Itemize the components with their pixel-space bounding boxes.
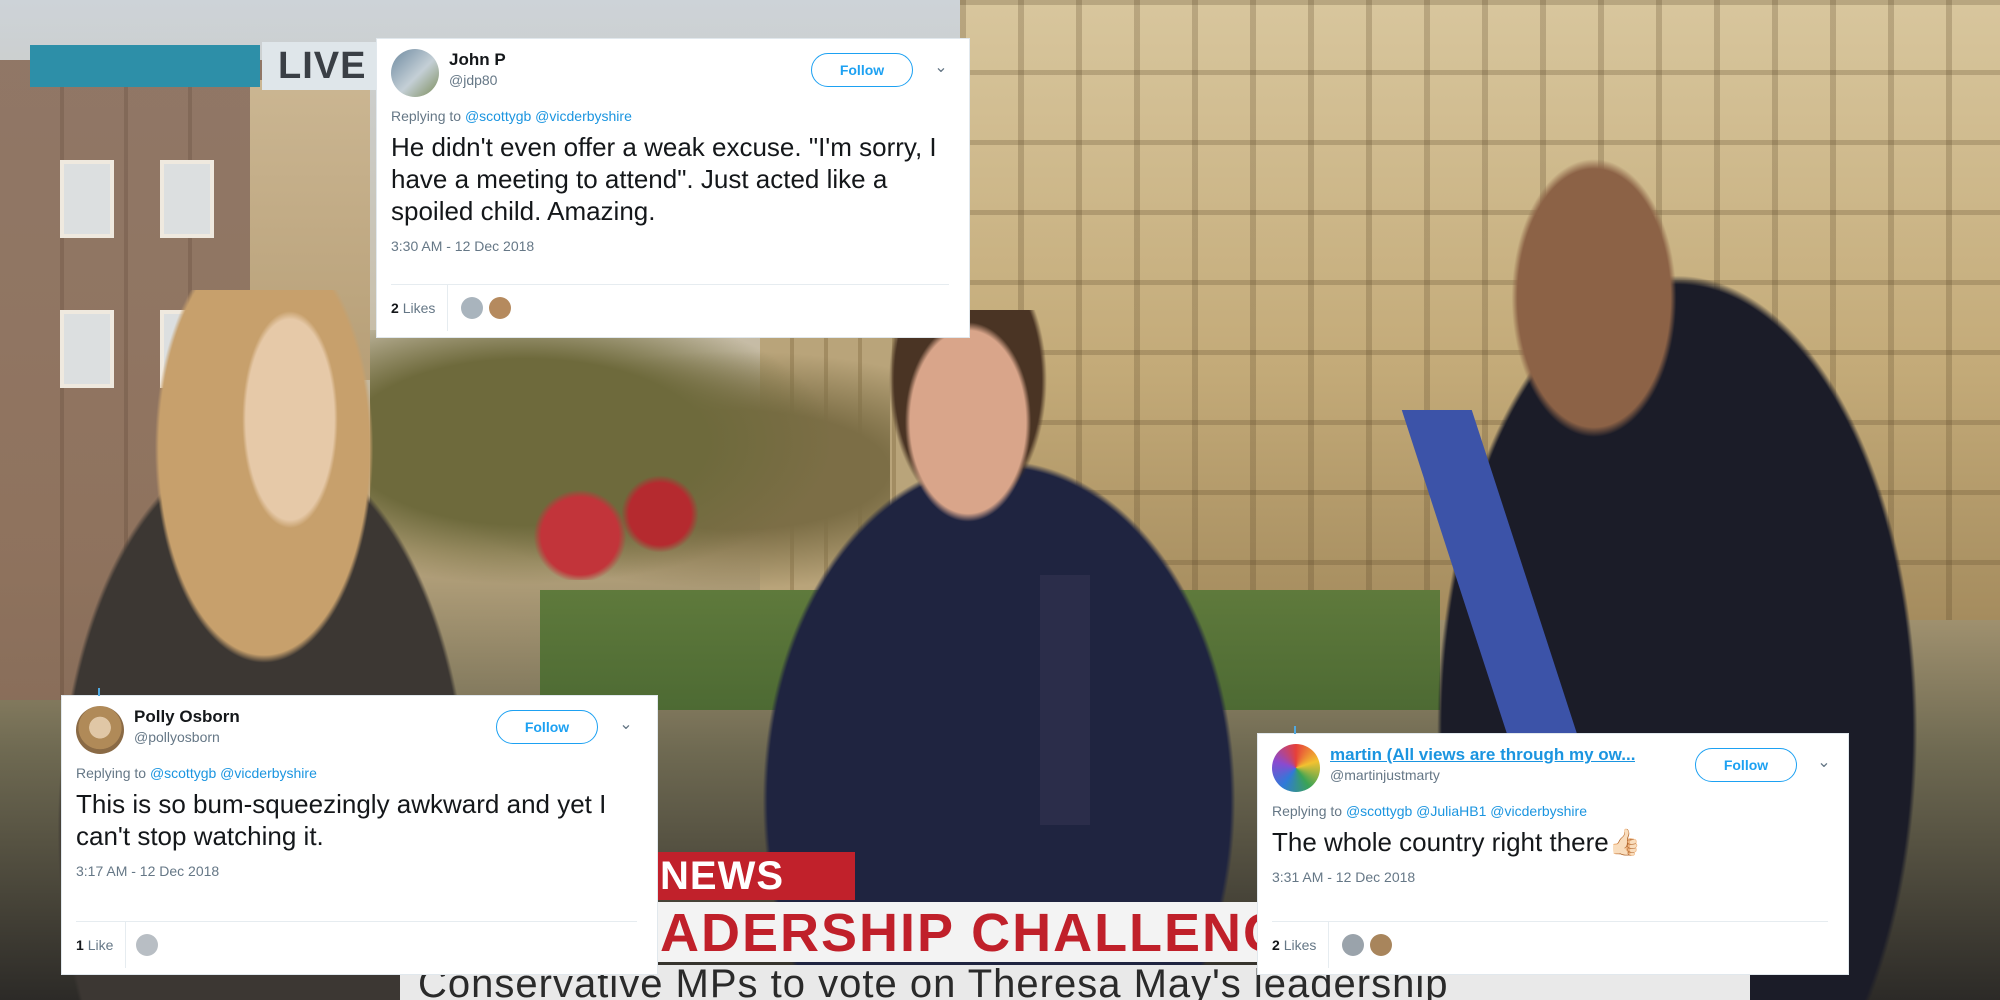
- likes-count[interactable]: 2 Likes: [391, 285, 449, 331]
- liker-avatar[interactable]: [136, 934, 158, 956]
- reply-prefix: Replying to: [1272, 803, 1343, 819]
- tweet-text: This is so bum-squeezingly awkward and y…: [76, 789, 607, 851]
- follow-button[interactable]: Follow: [1695, 748, 1797, 782]
- reply-context: Replying to @scottygb @JuliaHB1 @vicderb…: [1258, 802, 1848, 820]
- avatar[interactable]: [391, 49, 439, 97]
- author-handle[interactable]: @martinjustmarty: [1330, 766, 1635, 784]
- liker-avatars: [136, 934, 164, 961]
- tweet-header: John P @jdp80 Follow ⌄: [377, 39, 969, 103]
- reply-context: Replying to @scottygb @vicderbyshire: [62, 764, 657, 782]
- likes-count[interactable]: 1 Like: [76, 922, 127, 968]
- thread-line: [98, 688, 100, 696]
- crowd-flags: [520, 470, 720, 580]
- reply-mentions[interactable]: @scottygb @vicderbyshire: [150, 765, 317, 781]
- tweet-card: John P @jdp80 Follow ⌄ Replying to @scot…: [376, 38, 970, 338]
- author-handle[interactable]: @pollyosborn: [134, 728, 240, 746]
- author-name[interactable]: John P: [449, 49, 506, 71]
- tweet-card: Polly Osborn @pollyosborn Follow ⌄ Reply…: [61, 688, 658, 975]
- tweet-stats: 2 Likes: [1272, 921, 1828, 968]
- reply-prefix: Replying to: [76, 765, 147, 781]
- likes-number: 2: [1272, 937, 1280, 953]
- author-handle[interactable]: @jdp80: [449, 71, 506, 89]
- liker-avatar[interactable]: [1370, 934, 1392, 956]
- liker-avatar[interactable]: [1342, 934, 1364, 956]
- follow-button[interactable]: Follow: [496, 710, 598, 744]
- chevron-down-icon[interactable]: ⌄: [930, 57, 952, 79]
- thread-line: [1294, 726, 1296, 734]
- liker-avatar[interactable]: [461, 297, 483, 319]
- tweet-author: martin (All views are through my ow... @…: [1330, 744, 1635, 784]
- avatar[interactable]: [1272, 744, 1320, 792]
- tweet-author: John P @jdp80: [449, 49, 506, 89]
- likes-number: 1: [76, 937, 84, 953]
- reply-context: Replying to @scottygb @vicderbyshire: [377, 107, 969, 125]
- building-window: [160, 160, 214, 238]
- reply-mentions[interactable]: @scottygb @JuliaHB1 @vicderbyshire: [1346, 803, 1587, 819]
- follow-button[interactable]: Follow: [811, 53, 913, 87]
- tweet-timestamp[interactable]: 3:31 AM - 12 Dec 2018: [1258, 858, 1848, 886]
- tweet-timestamp[interactable]: 3:30 AM - 12 Dec 2018: [377, 227, 969, 255]
- liker-avatars: [1342, 934, 1398, 961]
- tweet-header: martin (All views are through my ow... @…: [1258, 734, 1848, 798]
- tweet-text: He didn't even offer a weak excuse. "I'm…: [391, 132, 937, 226]
- chevron-down-icon[interactable]: ⌄: [1813, 752, 1835, 774]
- reply-prefix: Replying to: [391, 108, 462, 124]
- tweet-timestamp[interactable]: 3:17 AM - 12 Dec 2018: [62, 852, 657, 880]
- likes-number: 2: [391, 300, 399, 316]
- likes-label: Likes: [402, 300, 436, 316]
- likes-label: Like: [87, 937, 114, 953]
- tweet-card: martin (All views are through my ow... @…: [1257, 726, 1849, 975]
- headline-text: ADERSHIP CHALLENG: [660, 903, 1288, 963]
- author-name[interactable]: martin (All views are through my ow...: [1330, 744, 1635, 766]
- liker-avatars: [461, 297, 517, 324]
- likes-label: Likes: [1283, 937, 1317, 953]
- tweet-text: The whole country right there👍🏻: [1272, 827, 1642, 857]
- tie: [1040, 575, 1090, 825]
- tweet-author: Polly Osborn @pollyosborn: [134, 706, 240, 746]
- channel-label: NEWS: [660, 854, 784, 898]
- chevron-down-icon[interactable]: ⌄: [615, 714, 637, 736]
- likes-count[interactable]: 2 Likes: [1272, 922, 1330, 968]
- tweet-header: Polly Osborn @pollyosborn Follow ⌄: [62, 696, 657, 760]
- live-banner: [30, 45, 260, 87]
- building-window: [60, 160, 114, 238]
- avatar[interactable]: [76, 706, 124, 754]
- reply-mentions[interactable]: @scottygb @vicderbyshire: [465, 108, 632, 124]
- live-label: LIVE: [262, 42, 382, 90]
- liker-avatar[interactable]: [489, 297, 511, 319]
- tweet-stats: 2 Likes: [391, 284, 949, 331]
- tweet-stats: 1 Like: [76, 921, 637, 968]
- author-name[interactable]: Polly Osborn: [134, 706, 240, 728]
